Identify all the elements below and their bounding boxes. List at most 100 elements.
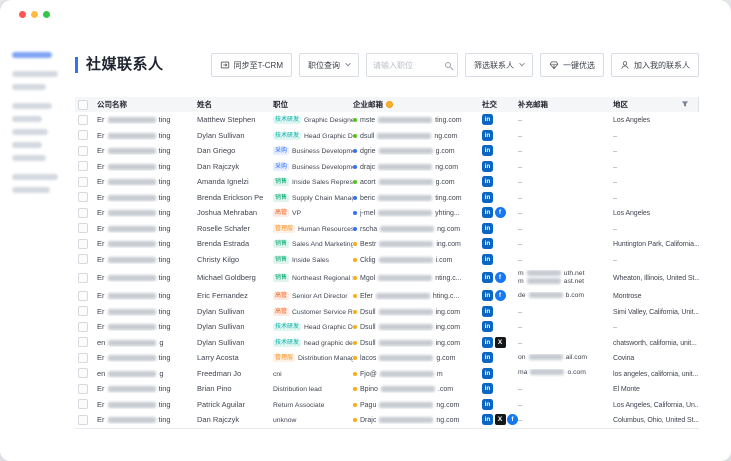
table-row[interactable]: ErtingEric Fernandez高管Senior Art Directo…	[75, 288, 699, 304]
linkedin-icon[interactable]: in	[482, 337, 493, 348]
facebook-icon[interactable]: f	[507, 414, 518, 425]
maximize-button[interactable]	[43, 11, 50, 18]
filter-contacts-dropdown[interactable]: 筛选联系人	[465, 53, 533, 77]
table-row[interactable]: ErtingMichael Goldberg销售Northeast Region…	[75, 267, 699, 288]
facebook-icon[interactable]: f	[495, 272, 506, 283]
row-checkbox[interactable]	[78, 254, 88, 264]
table-row[interactable]: ErtingLarry Acosta管理层Distribution Manage…	[75, 350, 699, 366]
position-query-label: 职位查询	[308, 60, 340, 71]
close-button[interactable]	[19, 11, 26, 18]
linkedin-icon[interactable]: in	[482, 192, 493, 203]
linkedin-icon[interactable]: in	[482, 207, 493, 218]
linkedin-icon[interactable]: in	[482, 368, 493, 379]
table-row[interactable]: ErtingAmanda Ignelzi销售Inside Sales Repre…	[75, 174, 699, 190]
table-row[interactable]: ErtingDan RajczykunknowDrajcng.cominXf–C…	[75, 412, 699, 428]
select-all-checkbox[interactable]	[78, 100, 88, 110]
sidebar-item[interactable]	[12, 155, 46, 161]
table-row[interactable]: ErtingChristy Kilgo销售Inside SalesCkligi.…	[75, 252, 699, 268]
position-tag: 销售	[273, 256, 289, 264]
position-query-dropdown[interactable]: 职位查询	[299, 53, 359, 77]
sync-to-tcrm-button[interactable]: 同步至T-CRM	[211, 53, 292, 77]
company-name: Erting	[97, 307, 197, 316]
redacted-text	[108, 371, 156, 377]
sidebar-group	[12, 174, 52, 193]
table-row[interactable]: ErtingBrenda Estrada销售Sales And Marketin…	[75, 236, 699, 252]
linkedin-icon[interactable]: in	[482, 352, 493, 363]
row-checkbox[interactable]	[78, 273, 88, 283]
social-cell: in	[478, 114, 518, 125]
row-checkbox[interactable]	[78, 322, 88, 332]
x-twitter-icon[interactable]: X	[495, 414, 506, 425]
table-row[interactable]: engFreedman JocniFjo@minmao.comlos angel…	[75, 366, 699, 382]
row-checkbox[interactable]	[78, 239, 88, 249]
sidebar-item[interactable]	[12, 142, 42, 148]
linkedin-icon[interactable]: in	[482, 145, 493, 156]
one-click-optimize-button[interactable]: 一键优选	[540, 53, 604, 77]
sidebar-item[interactable]	[12, 174, 58, 180]
table-row[interactable]: ErtingDylan Sullivan技术研发Head Graphic Des…	[75, 319, 699, 335]
filter-funnel-icon[interactable]	[681, 100, 689, 110]
row-checkbox[interactable]	[78, 291, 88, 301]
linkedin-icon[interactable]: in	[482, 290, 493, 301]
row-checkbox[interactable]	[78, 161, 88, 171]
table-row[interactable]: ErtingJoshua Mehraban高管VPj-melyhting...i…	[75, 205, 699, 221]
sidebar-item[interactable]	[12, 116, 42, 122]
position-search-input[interactable]	[373, 61, 442, 70]
row-checkbox[interactable]	[78, 306, 88, 316]
sidebar-item[interactable]	[12, 187, 50, 193]
table-row[interactable]: ErtingBrenda Erickson Pe销售Supply Chain M…	[75, 190, 699, 206]
row-checkbox[interactable]	[78, 415, 88, 425]
email-address: Bpino.com	[360, 386, 453, 393]
position-cell: 高管VP	[273, 208, 353, 217]
sidebar-item[interactable]	[12, 71, 58, 77]
linkedin-icon[interactable]: in	[482, 399, 493, 410]
linkedin-icon[interactable]: in	[482, 306, 493, 317]
row-checkbox[interactable]	[78, 192, 88, 202]
table-row[interactable]: ErtingPatrick AguilarReturn AssociatePag…	[75, 397, 699, 413]
table-row[interactable]: ErtingDylan Sullivan技术研发Head Graphic Des…	[75, 128, 699, 144]
row-checkbox[interactable]	[78, 399, 88, 409]
row-checkbox[interactable]	[78, 130, 88, 140]
table-row[interactable]: ErtingBrian PinoDistribution leadBpino.c…	[75, 381, 699, 397]
sidebar-item[interactable]	[12, 52, 52, 58]
linkedin-icon[interactable]: in	[482, 272, 493, 283]
minimize-button[interactable]	[31, 11, 38, 18]
sidebar-item[interactable]	[12, 103, 52, 109]
linkedin-icon[interactable]: in	[482, 238, 493, 249]
linkedin-icon[interactable]: in	[482, 321, 493, 332]
x-twitter-icon[interactable]: X	[495, 337, 506, 348]
facebook-icon[interactable]: f	[495, 207, 506, 218]
linkedin-icon[interactable]: in	[482, 176, 493, 187]
company-name: Erting	[97, 224, 197, 233]
row-checkbox[interactable]	[78, 208, 88, 218]
row-checkbox[interactable]	[78, 115, 88, 125]
linkedin-icon[interactable]: in	[482, 254, 493, 265]
linkedin-icon[interactable]: in	[482, 383, 493, 394]
sidebar-item[interactable]	[12, 129, 48, 135]
linkedin-icon[interactable]: in	[482, 414, 493, 425]
linkedin-icon[interactable]: in	[482, 161, 493, 172]
add-to-my-contacts-button[interactable]: 加入我的联系人	[611, 53, 699, 77]
row-checkbox[interactable]	[78, 146, 88, 156]
row-checkbox[interactable]	[78, 384, 88, 394]
row-checkbox[interactable]	[78, 177, 88, 187]
linkedin-icon[interactable]: in	[482, 223, 493, 234]
row-checkbox[interactable]	[78, 353, 88, 363]
facebook-icon[interactable]: f	[495, 290, 506, 301]
row-checkbox[interactable]	[78, 223, 88, 233]
linkedin-icon[interactable]: in	[482, 130, 493, 141]
table-row[interactable]: ErtingDan Rajczyk采购Business Development …	[75, 159, 699, 175]
table-row[interactable]: engDylan Sullivan技术研发head graphic design…	[75, 335, 699, 351]
email-cell: Drajcng.com	[353, 415, 478, 424]
row-checkbox[interactable]	[78, 368, 88, 378]
table-row[interactable]: ErtingDylan Sullivan高管Customer Service R…	[75, 304, 699, 320]
position-cell: unknow	[273, 415, 353, 424]
table-row[interactable]: ErtingDan Griego采购Business Development .…	[75, 143, 699, 159]
search-icon[interactable]	[445, 62, 451, 68]
table-row[interactable]: ErtingRoselle Schafer管理层Human Resources …	[75, 221, 699, 237]
table-row[interactable]: ErtingMatthew Stephen技术研发Graphic Designe…	[75, 112, 699, 128]
checkbox-cell	[75, 239, 97, 249]
sidebar-item[interactable]	[12, 84, 46, 90]
linkedin-icon[interactable]: in	[482, 114, 493, 125]
row-checkbox[interactable]	[78, 337, 88, 347]
